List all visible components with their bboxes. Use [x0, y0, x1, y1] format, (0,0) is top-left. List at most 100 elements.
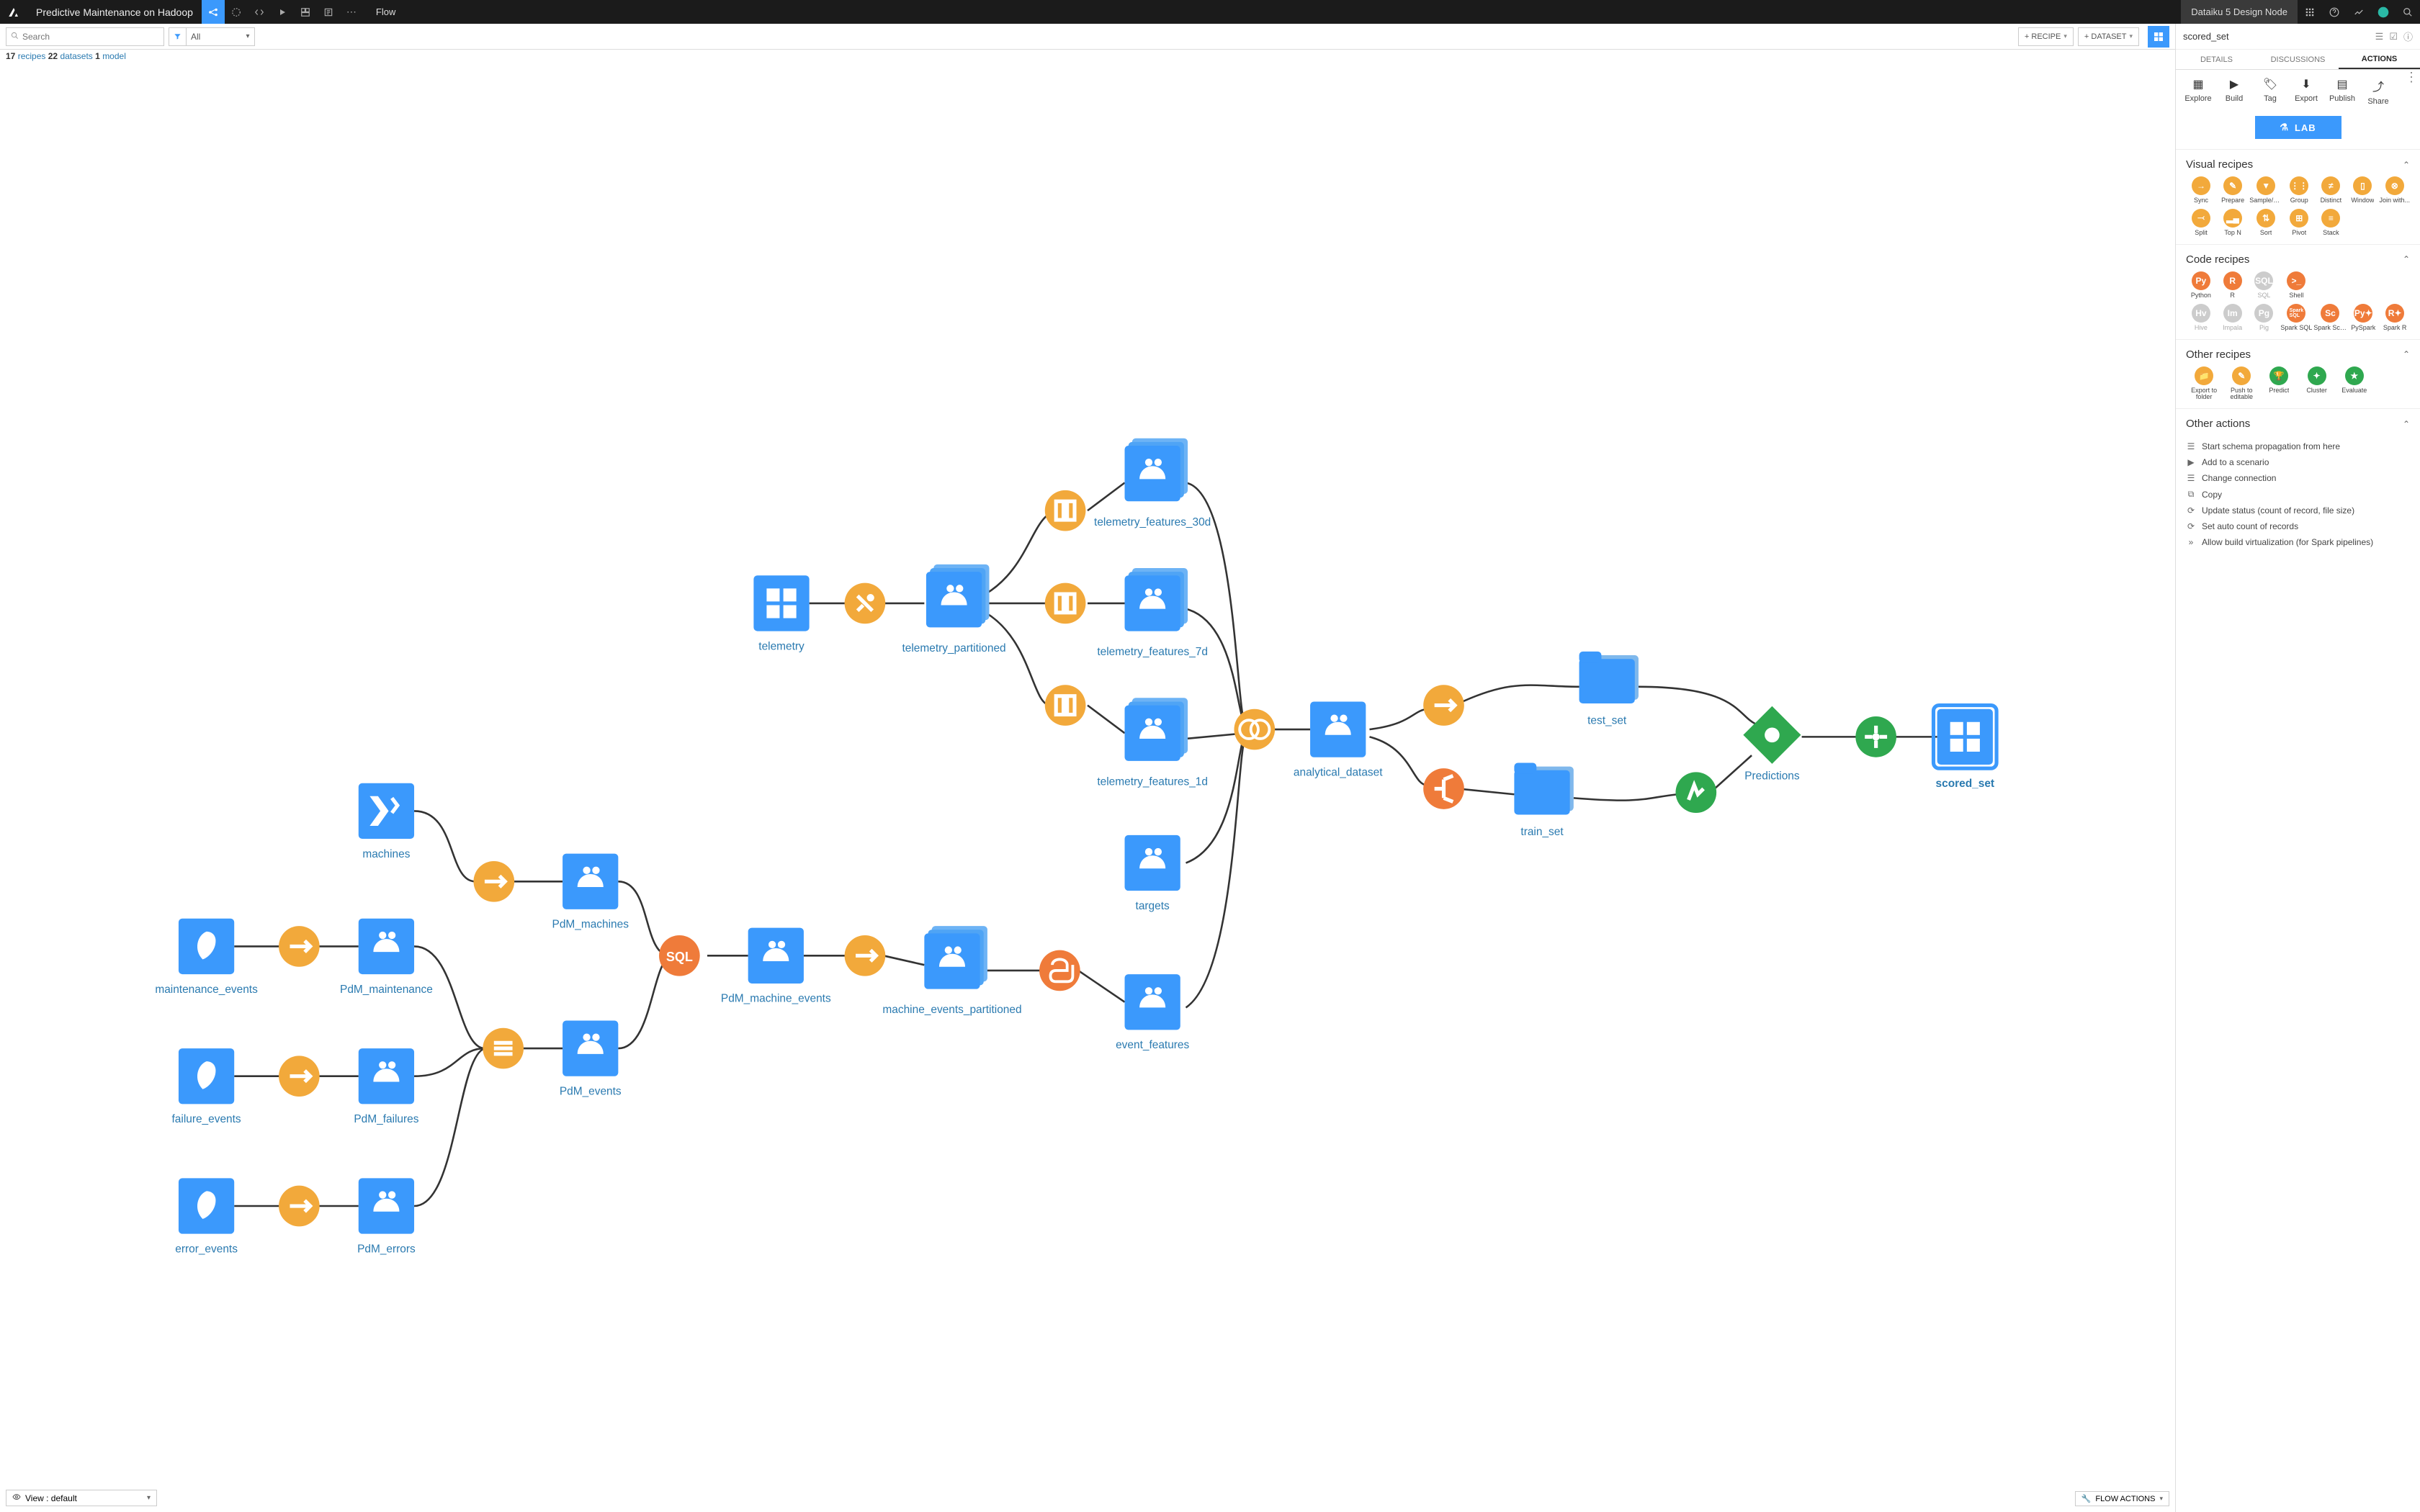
apps-icon[interactable] — [2298, 0, 2322, 24]
recipe-export-folder[interactable]: 📁Export to folder — [2186, 366, 2222, 402]
selected-name: scored_set — [2183, 31, 2370, 42]
action-explore[interactable]: ▦Explore — [2180, 77, 2216, 106]
svg-text:PdM_machines: PdM_machines — [552, 919, 629, 931]
nav-more-icon[interactable]: ⋯ — [340, 0, 363, 24]
breadcrumb-flow[interactable]: Flow — [363, 0, 408, 24]
section-visual-recipes[interactable]: Visual recipes⌃ — [2186, 156, 2410, 176]
list-icon: ☰ — [2186, 441, 2196, 451]
play-icon: ▶ — [2230, 77, 2238, 91]
help-icon[interactable] — [2322, 0, 2347, 24]
recipe-evaluate[interactable]: ★Evaluate — [2336, 366, 2372, 402]
recipe-distinct[interactable]: ≠Distinct — [2316, 176, 2346, 204]
svg-text:analytical_dataset: analytical_dataset — [1294, 766, 1383, 778]
nav-run-icon[interactable] — [271, 0, 294, 24]
section-code-recipes[interactable]: Code recipes⌃ — [2186, 251, 2410, 271]
recipe-sync[interactable]: →Sync — [2186, 176, 2216, 204]
oa-build-virt[interactable]: »Allow build virtualization (for Spark p… — [2186, 534, 2410, 550]
flow-actions-button[interactable]: 🔧 FLOW ACTIONS ▾ — [2075, 1491, 2169, 1506]
svg-text:train_set: train_set — [1520, 826, 1564, 838]
play-icon: ▶ — [2186, 457, 2196, 467]
nav-datasets-icon[interactable] — [225, 0, 248, 24]
recipe-pivot[interactable]: ⊞Pivot — [2284, 209, 2314, 237]
project-title[interactable]: Predictive Maintenance on Hadoop — [27, 0, 202, 24]
refresh-icon: ⟳ — [2186, 521, 2196, 531]
forward-icon: » — [2186, 537, 2196, 547]
filter-icon — [169, 28, 187, 45]
nav-flow-icon[interactable] — [202, 0, 225, 24]
lab-icon: ⚗ — [2280, 122, 2289, 133]
nav-code-icon[interactable] — [248, 0, 271, 24]
recipe-sort[interactable]: ⇅Sort — [2249, 209, 2282, 237]
recipe-window[interactable]: ▯Window — [2347, 176, 2378, 204]
search-input[interactable] — [22, 32, 163, 42]
nav-wiki-icon[interactable] — [317, 0, 340, 24]
svg-text:event_features: event_features — [1116, 1039, 1189, 1051]
toolbar: All ▾ + RECIPE▾ + DATASET▾ — [0, 24, 2175, 50]
info-icon[interactable]: ⓘ — [2403, 30, 2413, 43]
flow-canvas[interactable]: All ▾ + RECIPE▾ + DATASET▾ 17 recipes 22… — [0, 24, 2175, 1512]
recipe-pyspark[interactable]: Py✦PySpark — [2348, 304, 2378, 332]
selected-dataset-indicator[interactable] — [2148, 26, 2169, 48]
app-logo[interactable] — [0, 0, 27, 24]
recipe-cluster[interactable]: ✦Cluster — [2299, 366, 2335, 402]
oa-copy[interactable]: ⧉Copy — [2186, 486, 2410, 503]
recipe-r[interactable]: RR — [2218, 271, 2248, 300]
recipe-python[interactable]: PyPython — [2186, 271, 2216, 300]
section-other-recipes[interactable]: Other recipes⌃ — [2186, 346, 2410, 366]
oa-auto-count[interactable]: ⟳Set auto count of records — [2186, 518, 2410, 534]
svg-text:targets: targets — [1136, 900, 1170, 912]
recipe-sparksql[interactable]: SparkSQLSpark SQL — [2280, 304, 2312, 332]
oa-update-status[interactable]: ⟳Update status (count of record, file si… — [2186, 503, 2410, 518]
action-publish[interactable]: ▤Publish — [2324, 77, 2360, 106]
chevron-down-icon: ▾ — [2159, 1495, 2163, 1503]
filter-dropdown[interactable]: All ▾ — [169, 27, 255, 46]
add-dataset-button[interactable]: + DATASET▾ — [2078, 27, 2139, 46]
tag-icon: 🏷 — [2263, 77, 2277, 91]
recipe-split[interactable]: ⤙Split — [2186, 209, 2216, 237]
recipe-join[interactable]: ⊗Join with... — [2379, 176, 2410, 204]
svg-text:error_events: error_events — [175, 1243, 238, 1255]
recipe-group[interactable]: ⋮⋮Group — [2284, 176, 2314, 204]
tab-discussions[interactable]: DISCUSSIONS — [2257, 50, 2339, 69]
recipe-prepare[interactable]: ✎Prepare — [2218, 176, 2248, 204]
action-export[interactable]: ⬇Export — [2288, 77, 2324, 106]
svg-text:PdM_errors: PdM_errors — [357, 1243, 416, 1255]
recipe-sample[interactable]: ▼Sample/Filter — [2249, 176, 2282, 204]
list-icon[interactable]: ☰ — [2375, 31, 2384, 42]
recipe-impala: ImImpala — [2218, 304, 2248, 332]
add-recipe-button[interactable]: + RECIPE▾ — [2018, 27, 2074, 46]
action-tag[interactable]: 🏷Tag — [2252, 77, 2288, 106]
recipe-stack[interactable]: ≡Stack — [2316, 209, 2346, 237]
svg-text:Predictions: Predictions — [1744, 770, 1800, 783]
lab-button[interactable]: ⚗ LAB — [2255, 116, 2341, 139]
action-build[interactable]: ▶Build — [2216, 77, 2252, 106]
recipe-hive: HvHive — [2186, 304, 2216, 332]
view-selector[interactable]: View : default ▾ — [6, 1490, 157, 1506]
recipe-predict[interactable]: 🏆Predict — [2261, 366, 2297, 402]
eye-icon — [12, 1493, 21, 1503]
action-share[interactable]: ⤴Share — [2360, 77, 2396, 106]
oa-change-connection[interactable]: ☰Change connection — [2186, 470, 2410, 486]
recipe-sparkr[interactable]: R✦Spark R — [2380, 304, 2410, 332]
nav-dashboards-icon[interactable] — [294, 0, 317, 24]
svg-text:telemetry: telemetry — [758, 640, 805, 652]
search-icon[interactable] — [2396, 0, 2420, 24]
download-icon: ⬇ — [2301, 77, 2311, 91]
publish-icon: ▤ — [2336, 77, 2347, 91]
refresh-icon: ⟳ — [2186, 505, 2196, 516]
actions-more-icon[interactable]: ⋮ — [2401, 70, 2420, 85]
section-other-actions[interactable]: Other actions⌃ — [2186, 415, 2410, 436]
oa-add-scenario[interactable]: ▶Add to a scenario — [2186, 454, 2410, 470]
tab-details[interactable]: DETAILS — [2176, 50, 2257, 69]
tab-actions[interactable]: ACTIONS — [2339, 50, 2420, 69]
chevron-up-icon: ⌃ — [2403, 349, 2410, 359]
recipe-sparkscala[interactable]: ScSpark Scala — [2313, 304, 2347, 332]
recipe-push-editable[interactable]: ✎Push to editable — [2223, 366, 2259, 402]
check-icon[interactable]: ☑ — [2389, 31, 2398, 42]
oa-schema-propagation[interactable]: ☰Start schema propagation from here — [2186, 438, 2410, 454]
recipe-shell[interactable]: >_Shell — [2280, 271, 2312, 300]
user-avatar-icon[interactable] — [2371, 0, 2396, 24]
topbar: Predictive Maintenance on Hadoop ⋯ Flow … — [0, 0, 2420, 24]
activity-icon[interactable] — [2347, 0, 2371, 24]
recipe-topn[interactable]: ▂▄Top N — [2218, 209, 2248, 237]
